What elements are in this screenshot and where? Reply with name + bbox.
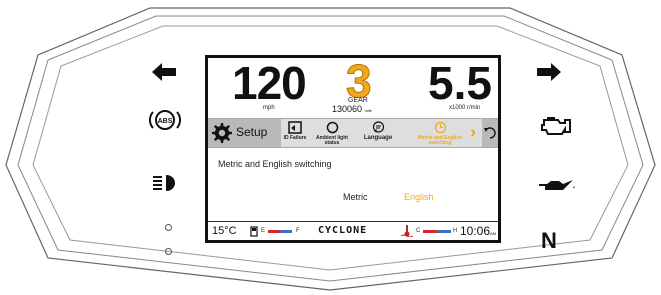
gear-icon <box>212 123 232 143</box>
menu-item-ambient-light[interactable]: Ambient light status <box>312 121 352 146</box>
menu-item-label: Ambient light status <box>316 135 348 146</box>
abs-warning-icon: ABS <box>149 110 181 130</box>
menu-item-label: ID Failure <box>283 135 307 141</box>
indicator-dot-upper <box>165 224 172 231</box>
coolant-gauge-bar <box>423 230 451 233</box>
back-button[interactable] <box>482 119 498 147</box>
content-title: Metric and English switching <box>218 159 332 169</box>
speed-unit: mph <box>263 105 275 111</box>
setup-label: Setup <box>236 125 268 139</box>
rpm-unit: x1000 r/min <box>449 105 481 111</box>
temperature: 15°C <box>212 225 237 237</box>
setup-button[interactable]: Setup <box>208 119 281 147</box>
fuel-low-label: E <box>261 228 266 234</box>
odometer: 130060 mile <box>332 104 372 114</box>
oil-pressure-icon <box>539 180 575 190</box>
setup-menu-bar: Setup ID Failure Ambient light status La… <box>208 118 498 148</box>
fuel-gauge-bar <box>268 230 292 233</box>
headlight-icon <box>153 175 175 191</box>
status-bar: 15°C E F CYCLONE C H 10:06AM <box>208 221 498 240</box>
menu-item-label: Language <box>363 135 393 141</box>
option-english[interactable]: English <box>404 192 434 202</box>
gear-label: GEAR <box>348 97 368 104</box>
left-turn-signal-icon <box>152 63 176 81</box>
language-icon <box>372 121 384 133</box>
clock-time: 10:06 <box>460 224 491 238</box>
display-screen: 120 mph 3 GEAR 130060 mile 5.5 x1000 r/m… <box>205 55 501 243</box>
chevron-right-icon[interactable]: › <box>470 122 476 143</box>
neutral-indicator: N <box>541 228 557 253</box>
rpm-value: 5.5 <box>428 57 492 109</box>
fuel-pump-icon <box>250 226 258 237</box>
clock: 10:06AM <box>460 224 496 238</box>
ambient-light-icon <box>326 121 338 134</box>
menu-item-id-failure[interactable]: ID Failure <box>282 121 308 141</box>
fuel-high-label: F <box>296 228 300 234</box>
coolant-low-label: C <box>416 228 421 234</box>
odometer-value: 130060 <box>332 104 363 114</box>
clock-ampm: AM <box>490 231 497 236</box>
right-turn-signal-icon <box>537 63 561 81</box>
menu-item-metric-english[interactable]: Metric and English switching <box>414 121 466 146</box>
option-metric[interactable]: Metric <box>343 192 368 202</box>
menu-item-label: Metric and English switching <box>417 135 463 146</box>
metric-english-icon <box>434 121 446 134</box>
engine-check-icon <box>541 117 571 135</box>
menu-item-language[interactable]: Language <box>358 121 398 141</box>
coolant-high-label: H <box>453 228 458 234</box>
speed-value: 120 <box>232 57 307 109</box>
brand-logo: CYCLONE <box>318 225 368 236</box>
odometer-unit: mile <box>364 108 372 113</box>
indicator-dot-lower <box>165 248 172 255</box>
coolant-temp-icon <box>401 225 413 237</box>
back-arrow-icon <box>484 127 496 139</box>
abs-label: ABS <box>158 118 173 125</box>
id-failure-icon <box>288 121 302 134</box>
